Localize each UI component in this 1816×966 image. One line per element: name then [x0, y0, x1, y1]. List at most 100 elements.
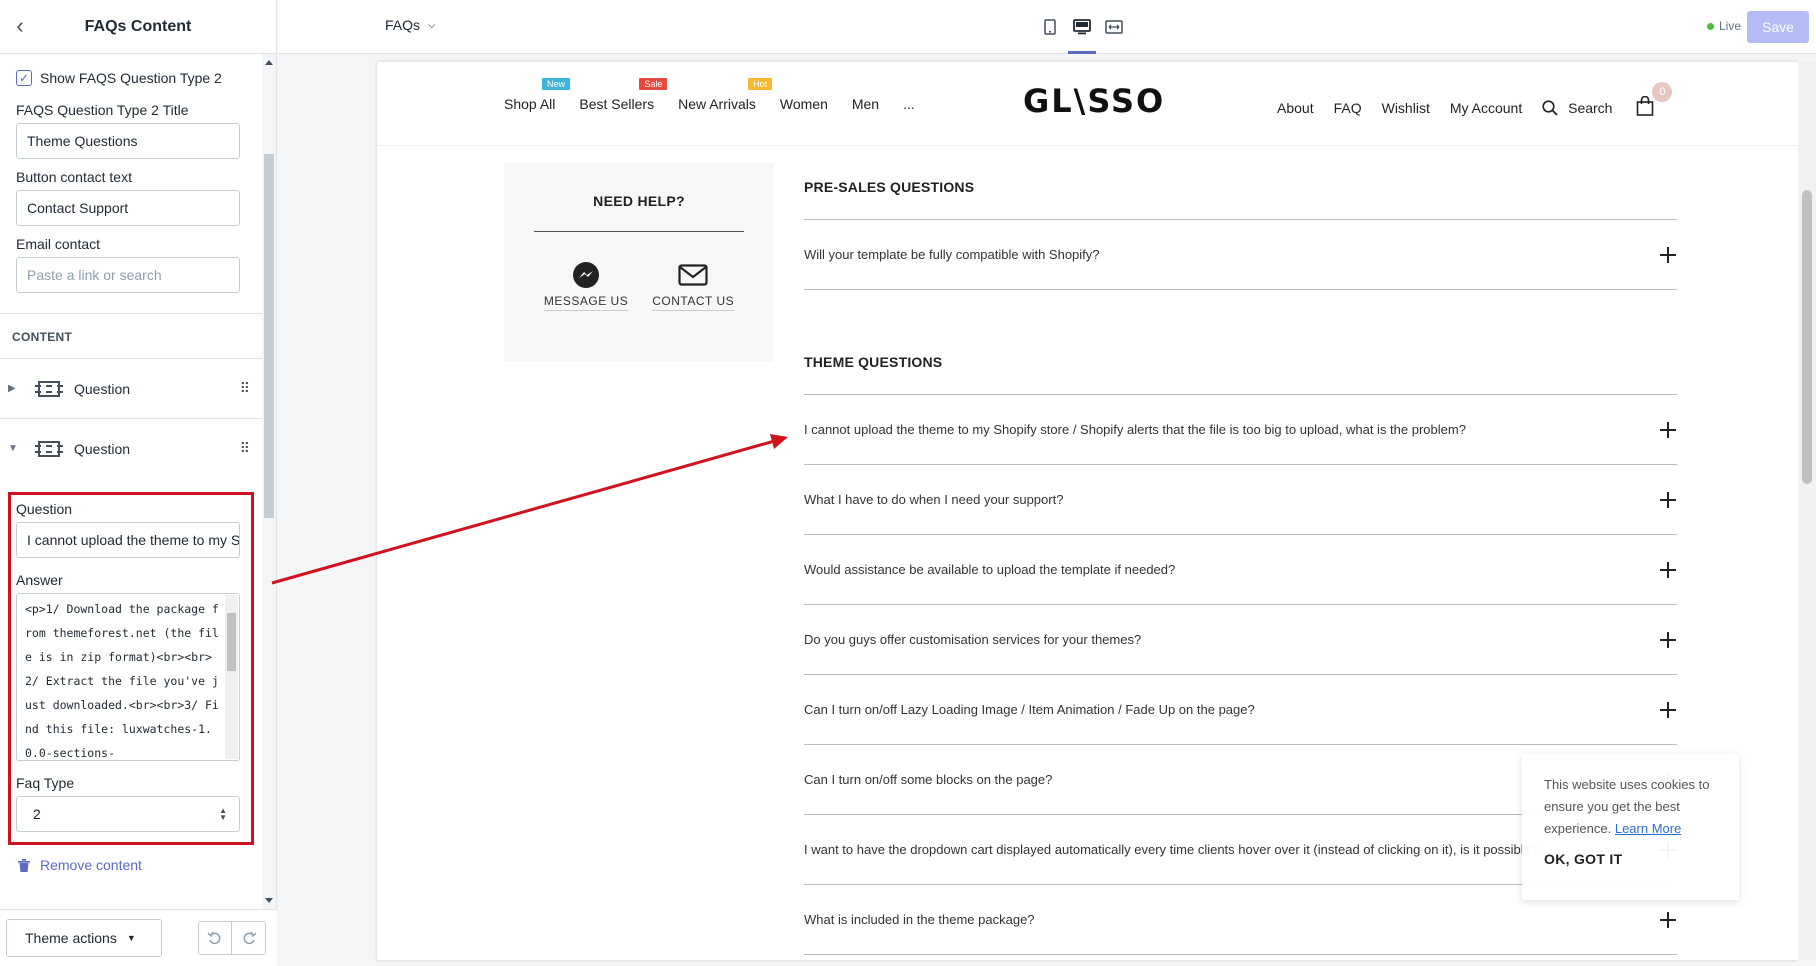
live-dot-icon — [1707, 22, 1714, 30]
nav-men[interactable]: Men — [852, 96, 879, 112]
faq-question-text: What I have to do when I need your suppo… — [804, 492, 1064, 507]
nav-search[interactable]: Search — [1542, 100, 1612, 116]
shopping-bag-icon — [1637, 95, 1654, 116]
nav-new-arrivals[interactable]: Hot New Arrivals — [678, 78, 773, 112]
mobile-view-button[interactable] — [1034, 14, 1066, 40]
chevron-down-icon: ⌵ — [428, 19, 436, 31]
drag-handle-icon[interactable]: ⠿ — [240, 440, 250, 457]
faq-item[interactable]: I cannot upload the theme to my Shopify … — [804, 395, 1677, 465]
faq-question-text: I want to have the dropdown cart display… — [804, 842, 1539, 857]
plus-icon[interactable] — [1660, 561, 1676, 578]
nav-best-sellers[interactable]: Sale Best Sellers — [579, 78, 668, 112]
nav-about[interactable]: About — [1277, 100, 1314, 116]
faq-type-select[interactable]: 2 ▲ ▼ — [16, 796, 240, 832]
remove-content-link[interactable]: Remove content — [0, 845, 262, 885]
block-label: Question — [74, 380, 131, 397]
caret-right-icon[interactable]: ▶ — [8, 383, 20, 394]
sidebar-header: ‹ FAQs Content — [0, 0, 276, 54]
type2-title-input[interactable]: Theme Questions — [16, 123, 240, 159]
page-select-dropdown[interactable]: FAQs ⌵ — [385, 17, 436, 33]
show-type2-checkbox-row[interactable]: ✓ Show FAQS Question Type 2 — [16, 64, 246, 92]
show-type2-checkbox[interactable]: ✓ — [16, 70, 32, 86]
question-input[interactable]: I cannot upload the theme to my Shopify … — [16, 522, 240, 558]
plus-icon[interactable] — [1660, 911, 1676, 928]
nav-faq[interactable]: FAQ — [1334, 100, 1362, 116]
sidebar-scrollbar[interactable] — [262, 54, 276, 909]
nav-my-account[interactable]: My Account — [1450, 100, 1522, 116]
faq-question-text: Will your template be fully compatible w… — [804, 247, 1100, 262]
redo-icon — [243, 931, 257, 945]
undo-icon — [207, 931, 221, 945]
block-row-question-2[interactable]: ▼ Question ⠿ — [0, 418, 262, 478]
button-contact-input[interactable]: Contact Support — [16, 190, 240, 226]
faq-item[interactable]: Can I turn on/off Lazy Loading Image / I… — [804, 675, 1677, 745]
desktop-icon — [1073, 19, 1091, 35]
faq-item[interactable]: Will your template be fully compatible w… — [804, 220, 1677, 290]
answer-scrollbar[interactable] — [225, 595, 238, 759]
sidebar-scroll-area: ✓ Show FAQS Question Type 2 FAQS Questio… — [0, 54, 262, 909]
answer-label: Answer — [16, 572, 63, 588]
plus-icon[interactable] — [1660, 421, 1676, 438]
preview-scrollbar[interactable] — [1798, 62, 1816, 960]
need-help-box: NEED HELP? MESSAGE US CONTACT US — [504, 163, 774, 362]
faq-question-text: Can I turn on/off Lazy Loading Image / I… — [804, 702, 1255, 717]
message-us-button[interactable]: MESSAGE US — [543, 260, 629, 311]
plus-icon[interactable] — [1660, 246, 1676, 263]
nav-label: Shop All — [504, 96, 556, 112]
nav-shop-all[interactable]: New Shop All — [504, 78, 571, 112]
need-help-title: NEED HELP? — [593, 193, 685, 209]
undo-button[interactable] — [198, 921, 232, 955]
button-contact-label: Button contact text — [16, 169, 132, 185]
faq-item[interactable]: Do you guys offer customisation services… — [804, 605, 1677, 675]
theme-actions-button[interactable]: Theme actions ▼ — [6, 919, 162, 957]
back-arrow-icon[interactable]: ‹ — [10, 13, 30, 38]
cart-count-badge: 0 — [1652, 82, 1673, 102]
block-section-icon — [35, 440, 63, 457]
faq-item[interactable]: What I have to do when I need your suppo… — [804, 465, 1677, 535]
contact-us-label: CONTACT US — [652, 294, 735, 311]
nav-women[interactable]: Women — [780, 96, 828, 112]
learn-more-link[interactable]: Learn More — [1615, 821, 1681, 836]
contact-us-button[interactable]: CONTACT US — [652, 260, 735, 311]
faq-question-text: I cannot upload the theme to my Shopify … — [804, 422, 1466, 437]
help-divider — [534, 231, 744, 232]
faq-question-text: Would assistance be available to upload … — [804, 562, 1176, 577]
email-contact-label: Email contact — [16, 236, 101, 252]
store-logo[interactable]: GL\SSO — [1023, 82, 1165, 120]
plus-icon[interactable] — [1660, 491, 1676, 508]
block-row-question-1[interactable]: ▶ Question ⠿ — [0, 358, 262, 418]
messenger-icon — [573, 262, 600, 288]
faq-question-text: What is included in the theme package? — [804, 912, 1035, 927]
sidebar-title: FAQs Content — [84, 17, 192, 35]
desktop-view-button[interactable] — [1066, 14, 1098, 54]
drag-handle-icon[interactable]: ⠿ — [240, 380, 250, 397]
theme-actions-label: Theme actions — [25, 930, 117, 946]
block-label: Question — [74, 440, 131, 457]
nav-label: Best Sellers — [579, 96, 655, 112]
live-status: Live — [1707, 19, 1741, 33]
cart-button[interactable]: 0 — [1636, 82, 1673, 119]
plus-icon[interactable] — [1660, 631, 1676, 648]
preview-scrollbar-thumb[interactable] — [1802, 190, 1812, 484]
email-contact-input[interactable]: Paste a link or search — [16, 257, 240, 293]
badge-sale: Sale — [639, 78, 668, 90]
cookie-ok-button[interactable]: OK, GOT IT — [1544, 848, 1717, 870]
type2-title-label: FAQS Question Type 2 Title — [16, 102, 189, 118]
nav-wishlist[interactable]: Wishlist — [1382, 100, 1430, 116]
search-label: Search — [1568, 99, 1613, 116]
nav-label: New Arrivals — [678, 96, 756, 112]
caret-down-icon[interactable]: ▼ — [8, 443, 20, 454]
plus-icon[interactable] — [1660, 701, 1676, 718]
page-select-value: FAQs — [385, 17, 421, 33]
nav-more[interactable]: ... — [903, 96, 915, 112]
faq-item[interactable]: Would assistance be available to upload … — [804, 535, 1677, 605]
save-button[interactable]: Save — [1747, 11, 1809, 43]
answer-textarea[interactable]: <p>1/ Download the package from themefor… — [16, 593, 240, 761]
fullwidth-view-button[interactable] — [1098, 14, 1130, 40]
message-us-label: MESSAGE US — [543, 294, 629, 311]
caret-down-icon: ▼ — [126, 933, 136, 943]
trash-icon — [18, 858, 30, 872]
store-nav-left: New Shop All Sale Best Sellers Hot New A… — [504, 78, 939, 112]
redo-button[interactable] — [232, 921, 266, 955]
mobile-icon — [1044, 19, 1056, 35]
